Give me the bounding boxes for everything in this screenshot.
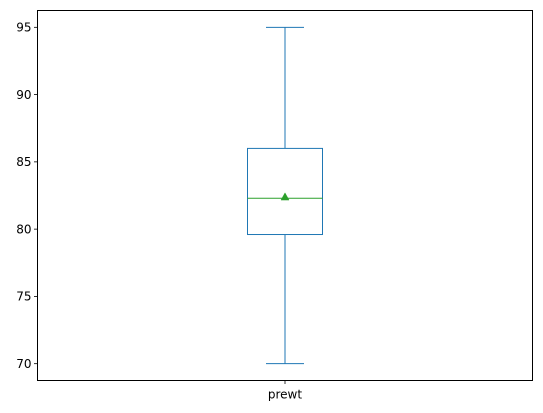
- y-tick-label: 90: [16, 88, 31, 102]
- box-group: [247, 26, 323, 365]
- mean-marker: [280, 192, 290, 201]
- y-tick-label: 85: [16, 155, 31, 169]
- y-tick-label: 75: [16, 290, 31, 304]
- y-tick-label: 70: [16, 357, 31, 371]
- y-axis: 70 75 80 85 90 95: [16, 21, 38, 371]
- box-plot-chart: 70 75 80 85 90 95 prewt: [16, 10, 533, 402]
- y-tick-label: 95: [16, 21, 31, 35]
- x-axis: prewt: [268, 380, 302, 402]
- x-tick-label: prewt: [268, 388, 302, 402]
- y-tick-label: 80: [16, 222, 31, 236]
- iqr-box: [247, 147, 323, 236]
